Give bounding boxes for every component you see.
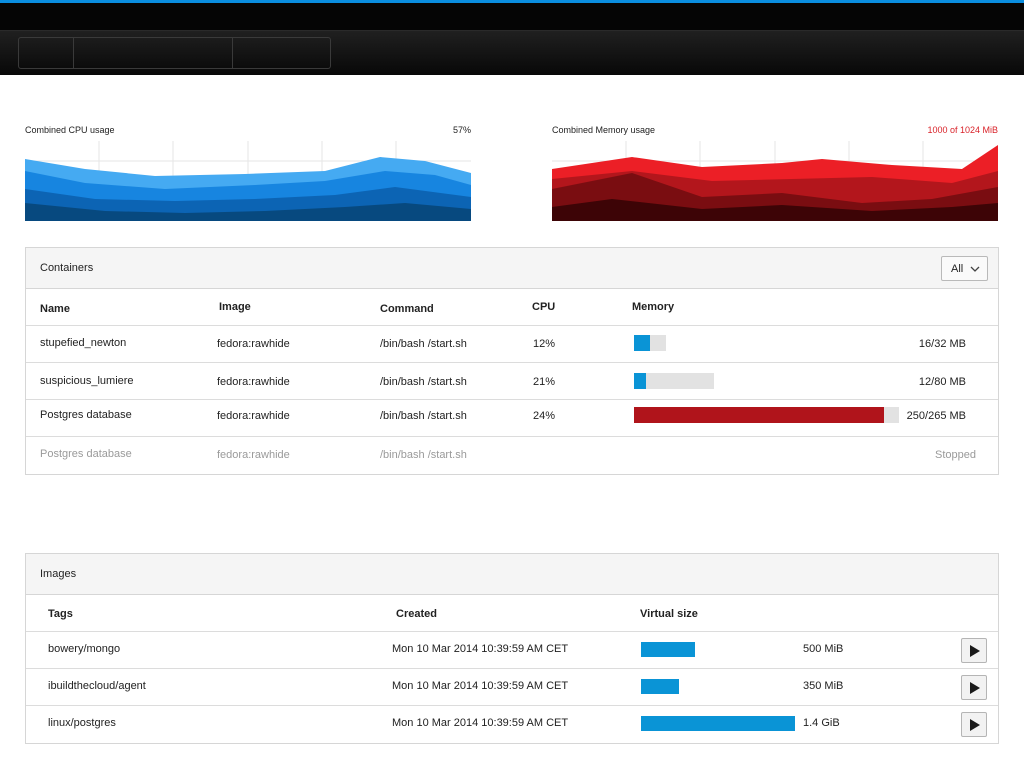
nav-button-1[interactable]: [19, 38, 74, 68]
container-status: Stopped: [935, 449, 976, 461]
container-name: Postgres database: [40, 448, 132, 460]
nav-button-2[interactable]: [74, 38, 233, 68]
memory-usage-fill: [634, 407, 884, 423]
container-image: fedora:rawhide: [217, 410, 290, 422]
container-memory: 12/80 MB: [918, 376, 966, 388]
play-icon: [970, 645, 980, 657]
col-header-tags[interactable]: Tags: [48, 608, 73, 620]
container-command: /bin/bash /start.sh: [380, 338, 467, 350]
container-command: /bin/bash /start.sh: [380, 449, 467, 461]
containers-panel-header: Containers All: [26, 248, 998, 289]
container-name: stupefied_newton: [40, 337, 127, 349]
memory-area-graph: [552, 141, 998, 221]
image-tag: bowery/mongo: [48, 643, 121, 655]
containers-panel: Containers All Name Image Command CPU Me…: [25, 247, 999, 475]
image-row[interactable]: bowery/mongo Mon 10 Mar 2014 10:39:59 AM …: [26, 632, 998, 669]
memory-usage-bar: [634, 335, 666, 351]
image-row[interactable]: linux/postgres Mon 10 Mar 2014 10:39:59 A…: [26, 706, 998, 743]
cpu-chart-value: 57%: [452, 125, 471, 135]
image-row[interactable]: ibuildthecloud/agent Mon 10 Mar 2014 10:3…: [26, 669, 998, 706]
image-tag: ibuildthecloud/agent: [48, 680, 146, 692]
image-created: Mon 10 Mar 2014 10:39:59 AM CET: [392, 680, 569, 692]
run-image-button[interactable]: [961, 638, 987, 663]
container-filter-select[interactable]: All: [941, 256, 988, 281]
chevron-down-icon: [970, 266, 980, 272]
virtual-size-bar: [641, 716, 795, 731]
container-memory: 250/265 MB: [906, 410, 966, 422]
cpu-area-graph: [25, 141, 471, 221]
col-header-cpu[interactable]: CPU: [532, 301, 555, 313]
toolbar: [0, 30, 1024, 75]
col-header-name[interactable]: Name: [40, 303, 70, 315]
container-name: Postgres database: [40, 409, 132, 421]
container-cpu: 12%: [533, 338, 556, 350]
col-header-memory[interactable]: Memory: [632, 301, 674, 313]
container-image: fedora:rawhide: [217, 338, 290, 350]
run-image-button[interactable]: [961, 675, 987, 700]
container-command: /bin/bash /start.sh: [380, 376, 467, 388]
container-cpu: 24%: [533, 410, 556, 422]
images-title: Images: [40, 568, 77, 580]
images-panel: Images Tags Created Virtual size bowery/…: [25, 553, 999, 744]
memory-chart-title: Combined Memory usage: [552, 125, 656, 135]
image-created: Mon 10 Mar 2014 10:39:59 AM CET: [392, 717, 569, 729]
col-header-created[interactable]: Created: [396, 608, 437, 620]
nav-button-3[interactable]: [233, 38, 330, 68]
container-image: fedora:rawhide: [217, 449, 290, 461]
container-memory: 16/32 MB: [918, 338, 966, 350]
container-image: fedora:rawhide: [217, 376, 290, 388]
container-row[interactable]: Postgres database fedora:rawhide/bin/bash…: [26, 437, 998, 474]
col-header-command[interactable]: Command: [380, 303, 434, 315]
memory-usage-chart: Combined Memory usage 1000 of 1024 MiB: [552, 125, 998, 221]
memory-usage-bar: [634, 373, 714, 389]
memory-usage-fill: [634, 373, 646, 389]
container-name: suspicious_lumiere: [40, 375, 134, 387]
play-icon: [970, 682, 980, 694]
image-tag: linux/postgres: [48, 717, 116, 729]
image-created: Mon 10 Mar 2014 10:39:59 AM CET: [392, 643, 569, 655]
cpu-chart-title: Combined CPU usage: [25, 125, 115, 135]
image-virtual-size: 350 MiB: [803, 680, 844, 692]
play-icon: [970, 719, 980, 731]
run-image-button[interactable]: [961, 712, 987, 737]
col-header-virtual-size[interactable]: Virtual size: [640, 608, 698, 620]
virtual-size-bar: [641, 642, 695, 657]
image-virtual-size: 1.4 GiB: [803, 717, 840, 729]
virtual-size-bar: [641, 679, 679, 694]
container-command: /bin/bash /start.sh: [380, 410, 467, 422]
nav-button-group: [18, 37, 331, 69]
containers-header-row: Name Image Command CPU Memory: [26, 289, 998, 326]
containers-title: Containers: [40, 262, 94, 274]
col-header-image[interactable]: Image: [219, 301, 251, 313]
images-panel-header: Images: [26, 554, 998, 595]
memory-chart-value: 1000 of 1024 MiB: [927, 125, 998, 135]
top-bar: [0, 0, 1024, 75]
image-virtual-size: 500 MiB: [803, 643, 844, 655]
container-row[interactable]: suspicious_lumiere fedora:rawhide/bin/bas…: [26, 363, 998, 400]
cpu-usage-chart: Combined CPU usage 57%: [25, 125, 471, 221]
memory-usage-bar: [634, 407, 899, 423]
container-filter-value: All: [951, 263, 964, 275]
container-cpu: 21%: [533, 376, 556, 388]
images-header-row: Tags Created Virtual size: [26, 595, 998, 632]
memory-usage-fill: [634, 335, 650, 351]
container-row[interactable]: Postgres database fedora:rawhide/bin/bash…: [26, 400, 998, 437]
container-row[interactable]: stupefied_newton fedora:rawhide/bin/bash …: [26, 326, 998, 363]
